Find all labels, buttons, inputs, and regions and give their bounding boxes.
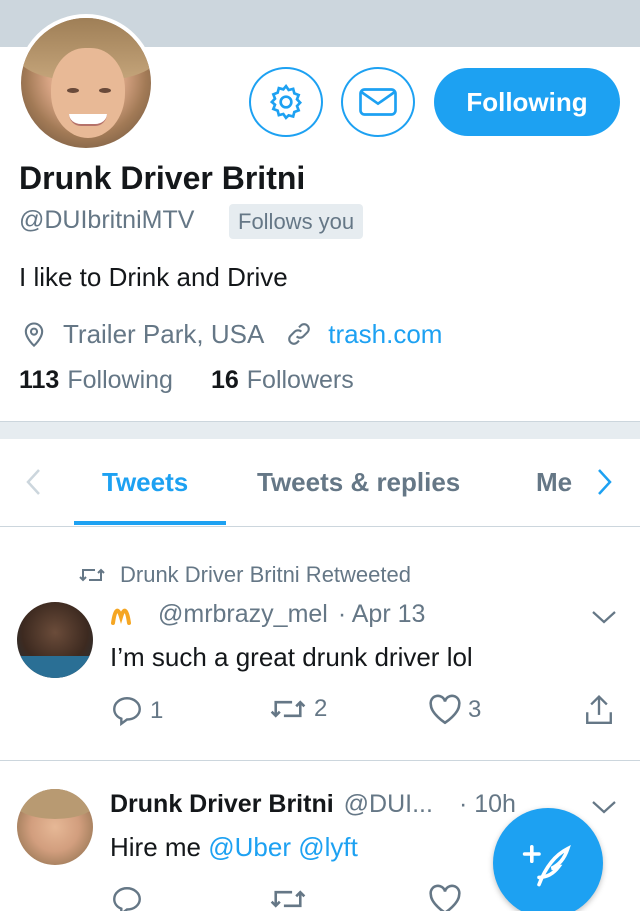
tab-tweets-replies[interactable]: Tweets & replies xyxy=(257,467,460,498)
reply-icon xyxy=(113,887,141,911)
envelope-icon xyxy=(359,88,397,116)
message-button[interactable] xyxy=(341,67,415,137)
heart-icon xyxy=(429,694,461,725)
chevron-down-icon[interactable] xyxy=(590,607,618,627)
share-icon xyxy=(586,694,612,724)
verified-m-icon xyxy=(111,608,131,625)
gear-icon xyxy=(269,83,303,120)
tweet-handle[interactable]: @DUI... xyxy=(344,790,433,819)
retweet-icon xyxy=(79,568,105,582)
chevron-left-icon[interactable] xyxy=(24,467,44,497)
tweet-actions: 1 2 3 xyxy=(110,694,620,734)
retweet-button[interactable] xyxy=(268,884,314,911)
reply-button[interactable] xyxy=(110,884,150,911)
avatar[interactable] xyxy=(17,602,93,678)
retweet-icon xyxy=(270,700,306,718)
mention-link[interactable]: @Uber xyxy=(208,832,291,862)
like-button[interactable] xyxy=(428,884,468,911)
settings-button[interactable] xyxy=(249,67,323,137)
followers-count[interactable]: 16 Followers xyxy=(211,366,354,395)
tweet-text: I’m such a great drunk driver lol xyxy=(110,642,473,672)
retweet-button[interactable]: 2 xyxy=(268,694,327,724)
follow-counts: 113 Following 16 Followers xyxy=(19,366,392,395)
tweet-handle[interactable]: @mrbrazy_mel xyxy=(158,600,328,629)
retweet-note: Drunk Driver Britni Retweeted xyxy=(78,562,411,588)
mention-link[interactable]: @lyft xyxy=(298,832,358,862)
following-button[interactable]: Following xyxy=(434,68,620,136)
tweet-text: Hire me @Uber @lyft xyxy=(110,832,358,862)
share-button[interactable] xyxy=(584,694,620,728)
link-icon xyxy=(284,319,314,349)
active-tab-indicator xyxy=(74,521,226,525)
reply-icon xyxy=(113,697,141,727)
avatar[interactable] xyxy=(17,789,93,865)
profile-handle: @DUIbritniMTV xyxy=(19,206,195,234)
profile-website-link[interactable]: trash.com xyxy=(328,319,442,350)
compose-tweet-button[interactable] xyxy=(493,808,603,911)
tweet-header: Drunk Driver Britni @DUI... · 10h xyxy=(110,790,516,819)
section-divider xyxy=(0,421,640,439)
compose-quill-icon xyxy=(522,845,571,887)
profile-tabs: Tweets Tweets & replies Me xyxy=(0,439,640,527)
follows-you-badge: Follows you xyxy=(229,204,364,239)
profile-avatar[interactable] xyxy=(17,14,155,152)
chevron-right-icon[interactable] xyxy=(594,467,614,497)
tweet-date: · Apr 13 xyxy=(337,600,426,628)
reply-button[interactable]: 1 xyxy=(110,694,163,728)
following-count[interactable]: 113 Following xyxy=(19,366,173,395)
tweet-header: @mrbrazy_mel · Apr 13 xyxy=(110,600,425,629)
tab-media[interactable]: Me xyxy=(536,467,572,498)
like-button[interactable]: 3 xyxy=(428,694,481,726)
heart-icon xyxy=(429,884,461,911)
retweet-icon xyxy=(270,890,306,908)
tweet-date: · 10h xyxy=(458,790,516,818)
tweet-author-name[interactable]: Drunk Driver Britni xyxy=(110,790,334,819)
profile-meta-row: Trailer Park, USA trash.com xyxy=(19,316,442,352)
profile-location: Trailer Park, USA xyxy=(63,318,265,349)
profile-name: Drunk Driver Britni xyxy=(19,160,306,196)
tab-tweets[interactable]: Tweets xyxy=(102,467,188,498)
location-pin-icon xyxy=(19,319,49,349)
chevron-down-icon[interactable] xyxy=(590,797,618,817)
profile-bio: I like to Drink and Drive xyxy=(19,262,288,292)
